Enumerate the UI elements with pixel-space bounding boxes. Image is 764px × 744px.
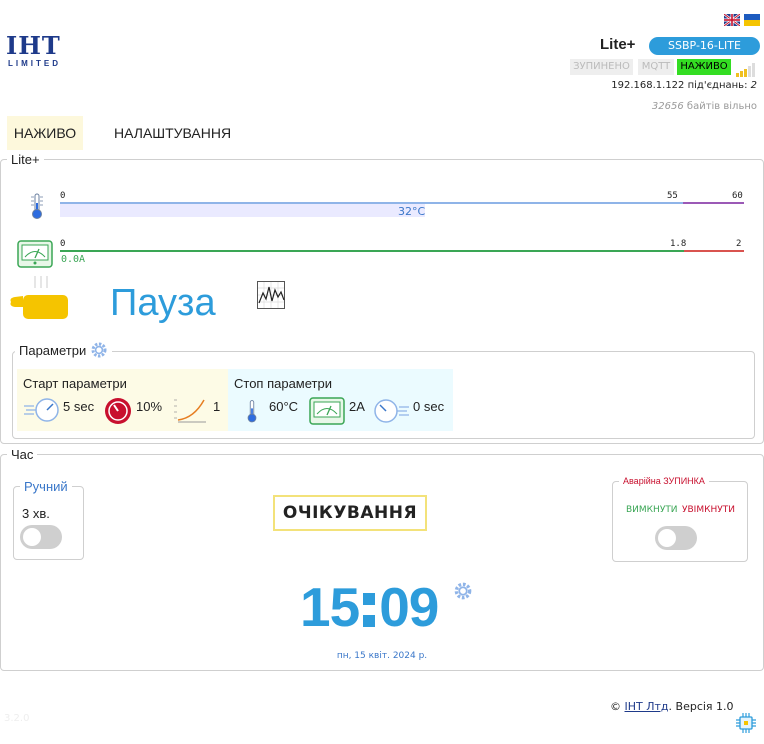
free-memory: 32656 байтів вільно bbox=[560, 101, 757, 112]
build-number: 3.2.0 bbox=[4, 713, 30, 724]
start-timer-icon bbox=[23, 397, 61, 423]
manual-duration: 3 хв. bbox=[22, 506, 50, 521]
temp-min: 0 bbox=[60, 191, 66, 201]
params-legend: Параметри bbox=[15, 341, 112, 362]
stop-params-title: Стоп параметри bbox=[234, 376, 332, 391]
ammeter-icon bbox=[17, 240, 53, 268]
chip-icon[interactable] bbox=[735, 712, 757, 734]
ip-line: 192.168.1.122 під'єднань: bbox=[611, 80, 751, 91]
emergency-off-label: ВИМКНУТИ bbox=[626, 505, 678, 515]
date-label: пн, 15 квіт. 2024 р. bbox=[336, 651, 428, 661]
ip-connections: 192.168.1.122 під'єднань: 2 bbox=[560, 80, 757, 91]
temp-fill-bar bbox=[60, 204, 425, 217]
temp-warn-line bbox=[683, 202, 744, 204]
current-warn: 1.8 bbox=[670, 239, 687, 249]
params-legend-label: Параметри bbox=[19, 342, 87, 358]
manual-mode-title: Ручний bbox=[24, 479, 68, 494]
brand-logo-subtext: LIMITED bbox=[8, 59, 61, 68]
manual-mode-toggle[interactable] bbox=[20, 525, 62, 549]
status-mqtt: MQTT bbox=[638, 59, 674, 75]
start-ramp-value: 1 bbox=[213, 399, 221, 414]
emergency-stop-title: Аварійна ЗУПИНКА bbox=[623, 476, 705, 486]
start-time-value: 5 sec bbox=[63, 399, 95, 414]
stop-thermometer-icon bbox=[245, 397, 259, 425]
device-state: Пауза bbox=[110, 282, 216, 324]
current-max: 2 bbox=[736, 239, 742, 249]
clock-minutes: 09 bbox=[379, 576, 439, 638]
company-link[interactable]: IHT Лтд bbox=[625, 700, 669, 713]
start-power-icon bbox=[104, 397, 132, 425]
tab-live[interactable]: НАЖИВО bbox=[7, 116, 83, 150]
flag-en-icon[interactable] bbox=[723, 11, 741, 27]
temp-value-label: 32°C bbox=[398, 205, 426, 218]
tab-settings[interactable]: НАЛАШТУВАННЯ bbox=[114, 116, 231, 150]
stop-timer-icon bbox=[372, 398, 410, 424]
params-settings-gear-icon[interactable] bbox=[90, 341, 108, 362]
current-value-label: 0.0A bbox=[61, 254, 86, 265]
status-live: НАЖИВО bbox=[677, 59, 731, 75]
clock-hours: 15 bbox=[300, 576, 360, 638]
start-ramp-icon bbox=[172, 396, 208, 424]
clock-settings-gear-icon[interactable] bbox=[453, 581, 473, 601]
emergency-stop-toggle[interactable] bbox=[655, 526, 697, 550]
clock-separator bbox=[359, 591, 379, 631]
temp-warn: 55 bbox=[667, 191, 678, 201]
signal-strength-icon bbox=[736, 62, 756, 77]
current-scale-line bbox=[60, 250, 684, 252]
flag-uk-icon[interactable] bbox=[744, 11, 760, 26]
free-bytes-value: 32656 bbox=[651, 101, 684, 112]
current-min: 0 bbox=[60, 239, 66, 249]
copyright-symbol: © bbox=[610, 700, 621, 713]
version-text: . Версія 1.0 bbox=[668, 700, 734, 713]
clock: 15 09 bbox=[300, 576, 439, 638]
chart-icon[interactable] bbox=[257, 281, 285, 309]
stop-current-value: 2A bbox=[349, 399, 365, 414]
brand-logo[interactable]: IHT LIMITED bbox=[6, 34, 66, 70]
status-box: ОЧІКУВАННЯ bbox=[273, 495, 427, 531]
start-params-title: Старт параметри bbox=[23, 376, 127, 391]
brand-logo-text: IHT bbox=[6, 31, 61, 60]
temp-max: 60 bbox=[732, 191, 743, 201]
time-panel-legend: Час bbox=[11, 447, 34, 462]
thermometer-icon bbox=[29, 192, 45, 220]
status-stopped: ЗУПИНЕНО bbox=[570, 59, 633, 75]
start-power-value: 10% bbox=[136, 399, 163, 414]
current-warn-line bbox=[684, 250, 744, 252]
stop-ammeter-icon bbox=[309, 397, 345, 425]
footer-copyright: © IHT Лтд. Версія 1.0 bbox=[610, 700, 734, 713]
stop-temp-value: 60°C bbox=[269, 399, 299, 414]
free-bytes-label: байтів вільно bbox=[683, 101, 757, 112]
connections-count: 2 bbox=[750, 80, 757, 91]
emergency-on-label: УВІМКНУТИ bbox=[682, 505, 735, 515]
model-badge[interactable]: SSBP-16-LITE bbox=[649, 37, 760, 55]
stop-time-value: 0 sec bbox=[413, 399, 445, 414]
device-name: Lite+ bbox=[600, 36, 636, 53]
device-panel-legend: Lite+ bbox=[11, 152, 40, 167]
device-state-icon bbox=[9, 274, 69, 322]
